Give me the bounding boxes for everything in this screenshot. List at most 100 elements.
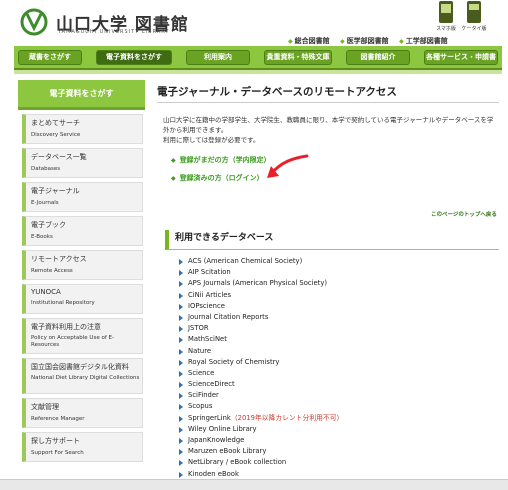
sidebar-item-sublabel: Remote Access [31, 268, 73, 274]
nav-guide[interactable]: 利用案内 [186, 49, 250, 65]
sidebar-item-sublabel: Institutional Repository [31, 300, 95, 306]
sidebar-item-yunoca[interactable]: YUNOCA Institutional Repository [22, 284, 143, 314]
keitai-version-link[interactable]: ケータイ版 [460, 0, 488, 34]
database-item[interactable]: Royal Society of Chemistry [179, 357, 499, 368]
intro-paragraph: 山口大学に在籍中の学部学生、大学院生、教職員に限り、本学で契約している電子ジャー… [163, 116, 494, 134]
sidebar-item-label: YUNOCA [31, 288, 61, 296]
branch-link-medical[interactable]: 医学部図書館 [340, 37, 389, 45]
sidebar-item-sublabel: E-Books [31, 234, 53, 240]
database-item[interactable]: IOPscience [179, 301, 499, 312]
sidebar-item-sublabel: Reference Manager [31, 416, 85, 422]
database-name: JSTOR [188, 324, 209, 333]
database-item[interactable]: JSTOR [179, 323, 499, 334]
sidebar-item-policy[interactable]: 電子資料利用上の注意 Policy on Acceptable Use of E… [22, 318, 143, 354]
sidebar-item-label: 国立国会図書館デジタル化資料 [31, 363, 129, 371]
database-name: Journal Citation Reports [188, 312, 269, 321]
library-name-en: YAMAGUCHI UNIVERSITY LIBRARY [58, 29, 170, 35]
sidebar-item-sublabel: National Diet Library Digital Collection… [31, 375, 140, 381]
database-item[interactable]: JapanKnowledge [179, 435, 499, 446]
database-item[interactable]: Wiley Online Library [179, 424, 499, 435]
database-name: SciFinder [188, 391, 219, 400]
database-item[interactable]: NetLibrary / eBook collection [179, 457, 499, 468]
intro-text: 山口大学に在籍中の学部学生、大学院生、教職員に限り、本学で契約している電子ジャー… [163, 115, 497, 145]
sidebar-item-ndl-digital[interactable]: 国立国会図書館デジタル化資料 National Diet Library Dig… [22, 358, 143, 394]
sidebar-item-databases[interactable]: データベース一覧 Databases [22, 148, 143, 178]
database-name: Royal Society of Chemistry [188, 357, 280, 366]
database-item[interactable]: ScienceDirect [179, 379, 499, 390]
database-section-heading: 利用できるデータベース [165, 230, 499, 250]
sidebar-item-ejournals[interactable]: 電子ジャーナル E-Journals [22, 182, 143, 212]
feature-phone-icon [467, 1, 481, 23]
smartphone-label: スマホ版 [436, 26, 456, 32]
nav-search-eresources[interactable]: 電子資料をさがす [96, 49, 172, 65]
sidebar-item-ebooks[interactable]: 電子ブック E-Books [22, 216, 143, 246]
database-list: ACS (American Chemical Society) AIP Scita… [179, 256, 499, 480]
sidebar-item-sublabel: Policy on Acceptable Use of E-Resources [31, 335, 114, 348]
smartphone-version-link[interactable]: スマホ版 [432, 0, 460, 34]
branch-link-main[interactable]: 総合図書館 [288, 37, 330, 45]
database-name: Science [188, 368, 215, 377]
sidebar-item-discovery[interactable]: まとめてサーチ Discovery Service [22, 114, 143, 144]
database-item[interactable]: Journal Citation Reports [179, 312, 499, 323]
nav-special-collections[interactable]: 貴重資料・特殊文庫 [264, 49, 332, 65]
database-name: ScienceDirect [188, 380, 235, 389]
database-name: Nature [188, 346, 212, 355]
page-title: 電子ジャーナル・データベースのリモートアクセス [157, 86, 397, 98]
database-name: NetLibrary / eBook collection [188, 458, 287, 467]
back-to-top-link[interactable]: このページのトップへ戻る [431, 210, 497, 218]
database-name: IOPscience [188, 301, 225, 310]
database-name: Wiley Online Library [188, 424, 257, 433]
database-note: （2019年以降カレント分利用不可） [230, 413, 344, 422]
title-divider [157, 102, 499, 103]
nav-search-collection[interactable]: 蔵書をさがす [18, 49, 82, 65]
database-item[interactable]: AIP Scitation [179, 267, 499, 278]
sidebar-item-sublabel: E-Journals [31, 200, 59, 206]
database-item[interactable]: SciFinder [179, 390, 499, 401]
sidebar-item-label: まとめてサーチ [31, 119, 80, 127]
database-item[interactable]: APS Journals (American Physical Society) [179, 278, 499, 289]
login-link[interactable]: 登録済みの方（ログイン） [171, 173, 264, 183]
nav-underline [14, 70, 502, 74]
sidebar-item-label: 文献管理 [31, 403, 59, 411]
register-new-link[interactable]: 登録がまだの方（学内限定） [171, 155, 271, 165]
sidebar-item-label: データベース一覧 [31, 153, 87, 161]
database-item[interactable]: ACS (American Chemical Society) [179, 256, 499, 267]
smartphone-icon [439, 1, 453, 23]
sidebar-item-label: 電子ブック [31, 221, 66, 229]
keitai-label: ケータイ版 [461, 26, 487, 32]
horizontal-scrollbar[interactable] [0, 479, 508, 490]
sidebar-item-reference-manager[interactable]: 文献管理 Reference Manager [22, 398, 143, 428]
sidebar-item-label: リモートアクセス [31, 255, 87, 263]
database-name: Kinoden eBook [188, 469, 239, 478]
database-item[interactable]: Maruzen eBook Library [179, 446, 499, 457]
main-nav: 蔵書をさがす 電子資料をさがす 利用案内 貴重資料・特殊文庫 図書館紹介 各種サ… [14, 46, 502, 74]
database-item[interactable]: Nature [179, 346, 499, 357]
page: 山口大学 図書館 YAMAGUCHI UNIVERSITY LIBRARY スマ… [0, 0, 508, 490]
registration-note: 利用に際しては登録が必要です。 [163, 136, 260, 144]
header: 山口大学 図書館 YAMAGUCHI UNIVERSITY LIBRARY スマ… [0, 0, 508, 45]
database-name: CiNii Articles [188, 290, 232, 299]
branch-link-engineering[interactable]: 工学部図書館 [399, 37, 448, 45]
library-logo-icon[interactable] [20, 8, 48, 36]
database-name: MathSciNet [188, 335, 227, 344]
database-name: APS Journals (American Physical Society) [188, 279, 328, 288]
database-item[interactable]: Science [179, 368, 499, 379]
database-name: SpringerLink [188, 413, 231, 422]
database-name: AIP Scitation [188, 268, 231, 277]
database-item[interactable]: SpringerLink（2019年以降カレント分利用不可） [179, 413, 499, 424]
nav-services[interactable]: 各種サービス・申請書 [424, 49, 498, 65]
database-item[interactable]: CiNii Articles [179, 290, 499, 301]
sidebar-item-label: 電子資料利用上の注意 [31, 323, 101, 331]
database-item[interactable]: MathSciNet [179, 334, 499, 345]
database-item[interactable]: Scopus [179, 401, 499, 412]
sidebar-item-remote-access[interactable]: リモートアクセス Remote Access [22, 250, 143, 280]
nav-about[interactable]: 図書館紹介 [346, 49, 410, 65]
sidebar-heading: 電子資料をさがす [18, 80, 145, 110]
database-name: Scopus [188, 402, 213, 411]
database-name: ACS (American Chemical Society) [188, 257, 303, 265]
sidebar: 電子資料をさがす まとめてサーチ Discovery Service データベー… [18, 80, 145, 462]
sidebar-item-search-support[interactable]: 探し方サポート Support For Search [22, 432, 143, 462]
sidebar-item-sublabel: Support For Search [31, 450, 84, 456]
sidebar-item-label: 探し方サポート [31, 437, 80, 445]
sidebar-item-sublabel: Databases [31, 166, 61, 172]
